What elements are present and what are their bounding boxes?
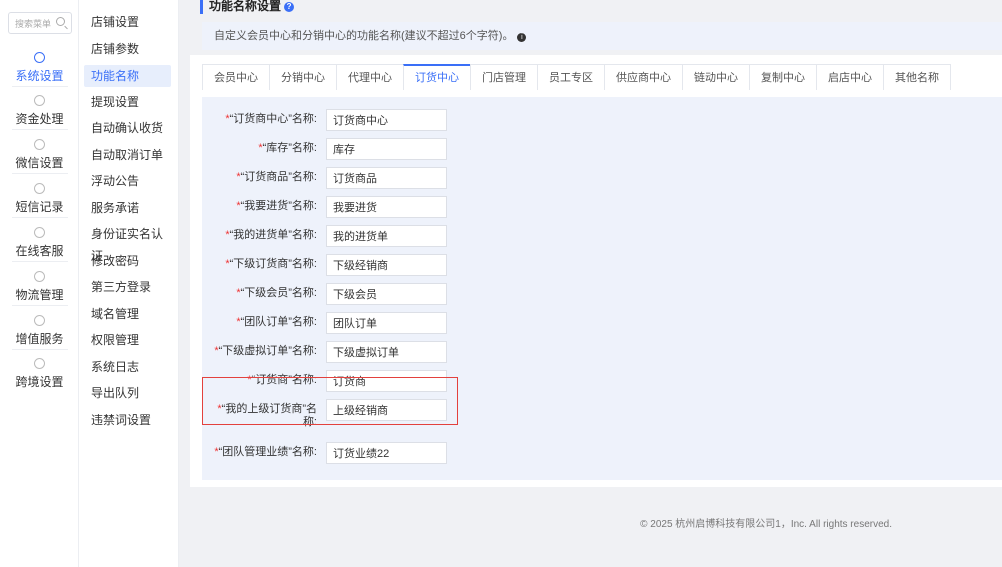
message-icon	[34, 183, 45, 194]
tab-store-management[interactable]: 门店管理	[470, 64, 538, 90]
rail-item-label: 增值服务	[15, 332, 64, 346]
headset-icon	[34, 227, 45, 238]
field-label: *“我要进货”名称:	[236, 200, 317, 212]
tab-copy-center[interactable]: 复制中心	[749, 64, 817, 90]
rail-item-label: 短信记录	[15, 200, 64, 214]
tab-supplier-center[interactable]: 供应商中心	[604, 64, 683, 90]
page-title-text: 功能名称设置	[209, 0, 282, 13]
truck-icon	[34, 271, 45, 282]
submenu-item[interactable]: 权限管理	[84, 329, 171, 351]
field-label: *“订货商中心”名称:	[225, 113, 317, 125]
tab-other-names[interactable]: 其他名称	[883, 64, 951, 90]
name-input[interactable]	[326, 196, 447, 218]
name-input[interactable]	[326, 109, 447, 131]
rail-item-sms[interactable]: 短信记录	[0, 183, 79, 215]
submenu-item[interactable]: 导出队列	[84, 382, 171, 404]
info-icon[interactable]: i	[517, 33, 527, 42]
rail-item-label: 资金处理	[15, 112, 64, 126]
name-input[interactable]	[326, 225, 447, 247]
tab-chain-center[interactable]: 链动中心	[682, 64, 750, 90]
tab-staff-zone[interactable]: 员工专区	[537, 64, 605, 90]
form-row: *“下级虚拟订单”名称:	[202, 341, 447, 365]
tab-bar: 会员中心 分销中心 代理中心 订货中心 门店管理 员工专区 供应商中心 链动中心…	[202, 64, 951, 90]
field-label: *“我的进货单”名称:	[225, 229, 317, 241]
submenu-item[interactable]: 店铺参数	[84, 38, 171, 60]
submenu-item[interactable]: 身份证实名认证	[84, 223, 171, 263]
field-label: *“下级会员”名称:	[236, 287, 317, 299]
submenu-item-active[interactable]: 功能名称	[84, 65, 171, 87]
rail-item-customer-service[interactable]: 在线客服	[0, 227, 79, 259]
field-label: *“团队订单”名称:	[236, 316, 317, 328]
rail-item-system-settings[interactable]: 系统设置	[0, 52, 79, 84]
help-icon[interactable]: ?	[284, 2, 295, 12]
field-label: *“订货商品”名称:	[236, 171, 317, 183]
form-row: *“订货商中心”名称:	[202, 109, 447, 133]
submenu-item[interactable]: 修改密码	[84, 250, 171, 272]
form-row: *“团队订单”名称:	[202, 312, 447, 336]
tab-member-center[interactable]: 会员中心	[202, 64, 270, 90]
settings-submenu: 店铺设置 店铺参数 功能名称 提现设置 自动确认收货 自动取消订单 浮动公告 服…	[79, 0, 179, 567]
submenu-item[interactable]: 第三方登录	[84, 276, 171, 298]
field-label: *“下级虚拟订单”名称:	[214, 345, 317, 357]
tab-ordering-center[interactable]: 订货中心	[403, 64, 471, 90]
rail-item-label: 微信设置	[15, 156, 64, 170]
settings-icon	[34, 52, 45, 63]
rail-item-label: 系统设置	[15, 69, 64, 83]
form-row: *“团队管理业绩”名称:	[202, 442, 447, 466]
name-input[interactable]	[326, 283, 447, 305]
form-row: *“下级会员”名称:	[202, 283, 447, 307]
rail-item-value-added[interactable]: 增值服务	[0, 315, 79, 347]
submenu-item[interactable]: 服务承诺	[84, 197, 171, 219]
name-input[interactable]	[326, 254, 447, 276]
tab-distribution-center[interactable]: 分销中心	[269, 64, 337, 90]
submenu-item[interactable]: 自动取消订单	[84, 144, 171, 166]
submenu-item[interactable]: 系统日志	[84, 356, 171, 378]
search-icon	[56, 17, 65, 26]
form-row: *“订货商品”名称:	[202, 167, 447, 191]
name-input[interactable]	[326, 341, 447, 363]
wechat-icon	[34, 139, 45, 150]
copyright-footer: © 2025 杭州启博科技有限公司1，Inc. All rights reser…	[640, 519, 892, 530]
rail-item-wechat[interactable]: 微信设置	[0, 139, 79, 171]
form-row: *“库存”名称:	[202, 138, 447, 162]
search-placeholder: 搜索菜单	[15, 18, 52, 29]
rail-item-label: 在线客服	[15, 244, 64, 258]
field-label: *“团队管理业绩”名称:	[214, 446, 317, 458]
rail-item-cross-border[interactable]: 跨境设置	[0, 358, 79, 390]
submenu-item[interactable]: 店铺设置	[84, 11, 171, 33]
name-input[interactable]	[326, 138, 447, 160]
tab-agent-center[interactable]: 代理中心	[336, 64, 404, 90]
submenu-item[interactable]: 域名管理	[84, 303, 171, 325]
rail-item-label: 物流管理	[15, 288, 64, 302]
submenu-item[interactable]: 自动确认收货	[84, 117, 171, 139]
form-row: *“下级订货商”名称:	[202, 254, 447, 278]
main-nav-rail: 搜索菜单 系统设置 资金处理 微信设置 短信记录 在线客服 物流管理 增值服务 …	[0, 0, 79, 567]
field-label: *“下级订货商”名称:	[225, 258, 317, 270]
page-title: 功能名称设置?	[200, 0, 295, 14]
main-content: 功能名称设置? 自定义会员中心和分销中心的功能名称(建议不超过6个字符)。 i 会…	[190, 0, 1002, 567]
submenu-item[interactable]: 违禁词设置	[84, 409, 171, 431]
field-label: *“库存”名称:	[258, 142, 317, 154]
name-input[interactable]	[326, 312, 447, 334]
name-input[interactable]	[326, 442, 447, 464]
money-icon	[34, 95, 45, 106]
form-row: *“我要进货”名称:	[202, 196, 447, 220]
submenu-item[interactable]: 提现设置	[84, 91, 171, 113]
form-row: *“我的进货单”名称:	[202, 225, 447, 249]
notice-bar: 自定义会员中心和分销中心的功能名称(建议不超过6个字符)。 i	[202, 22, 1002, 50]
tab-store-launch-center[interactable]: 启店中心	[816, 64, 884, 90]
submenu-item[interactable]: 浮动公告	[84, 170, 171, 192]
notice-text: 自定义会员中心和分销中心的功能名称(建议不超过6个字符)。	[214, 30, 514, 42]
chart-icon	[34, 315, 45, 326]
menu-search-input[interactable]: 搜索菜单	[8, 12, 72, 34]
highlight-box	[202, 377, 458, 425]
rail-item-label: 跨境设置	[15, 375, 64, 389]
rail-item-funds[interactable]: 资金处理	[0, 95, 79, 127]
rail-item-logistics[interactable]: 物流管理	[0, 271, 79, 303]
globe-icon	[34, 358, 45, 369]
name-input[interactable]	[326, 167, 447, 189]
